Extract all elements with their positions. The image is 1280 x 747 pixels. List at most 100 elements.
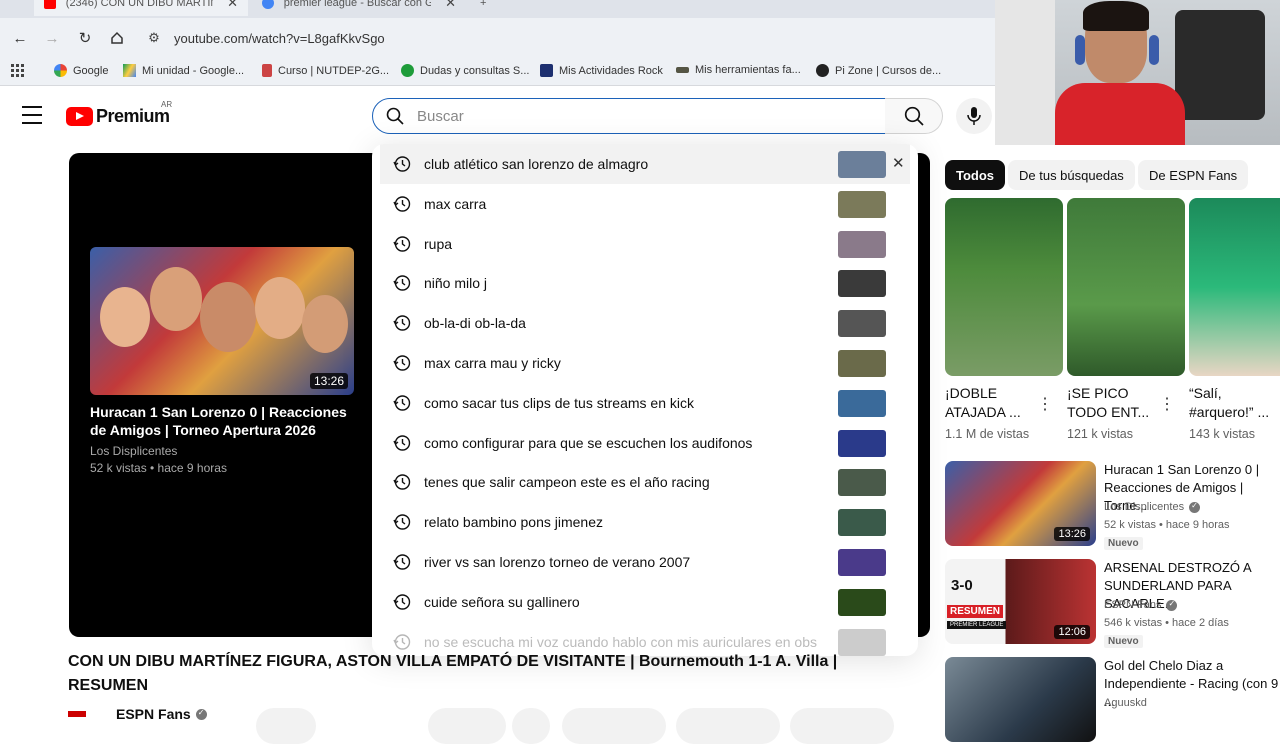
- short-thumbnail[interactable]: [1067, 198, 1185, 376]
- chip-from-searches[interactable]: De tus búsquedas: [1008, 160, 1135, 190]
- recommended-meta: 546 k vistas • hace 2 días: [1104, 617, 1229, 629]
- search-suggestion[interactable]: club atlético san lorenzo de almagro ✕: [380, 144, 910, 184]
- bookmark-label: Dudas y consultas S...: [420, 64, 530, 77]
- bookmark-actividades[interactable]: Mis Actividades Rock: [540, 64, 663, 77]
- verified-icon: [195, 708, 207, 720]
- menu-icon[interactable]: [22, 106, 42, 124]
- search-suggestion[interactable]: niño milo j: [380, 263, 910, 303]
- more-options-icon[interactable]: ⋮: [1037, 394, 1053, 414]
- close-tab-icon[interactable]: ✕: [445, 0, 456, 11]
- short-title[interactable]: ¡DOBLE ATAJADA ...: [945, 384, 1041, 422]
- endscreen-channel: Los Displicentes: [90, 444, 178, 458]
- search-suggestion[interactable]: rupa: [380, 224, 910, 264]
- search-icon: [904, 106, 924, 126]
- search-box[interactable]: [372, 98, 886, 134]
- dislike-button[interactable]: [512, 708, 550, 744]
- suggestion-text: relato bambino pons jimenez: [424, 514, 603, 531]
- video-duration: 13:26: [309, 373, 348, 389]
- home-button[interactable]: [105, 26, 129, 50]
- short-title[interactable]: “Salí, #arquero!” ...: [1189, 384, 1280, 422]
- browser-tab-active[interactable]: (2346) CON UN DIBU MARTÍNEZ ✕: [34, 0, 248, 16]
- endscreen-video-card[interactable]: 13:26 Huracan 1 San Lorenzo 0 | Reaccion…: [90, 247, 354, 477]
- bookmark-label: Pi Zone | Cursos de...: [835, 64, 942, 77]
- recommended-thumbnail[interactable]: 3-0 RESUMEN PREMIER LEAGUE 12:06: [945, 559, 1096, 644]
- recommended-video[interactable]: 3-0 RESUMEN PREMIER LEAGUE 12:06 ARSENAL…: [945, 559, 1280, 649]
- short-thumbnail[interactable]: [945, 198, 1063, 376]
- suggestion-text: tenes que salir campeon este es el año r…: [424, 474, 710, 491]
- endscreen-thumbnail[interactable]: 13:26: [90, 247, 354, 395]
- youtube-premium-logo[interactable]: Premium AR: [66, 100, 172, 127]
- bookmark-curso[interactable]: Curso | NUTDEP-2G...: [262, 64, 389, 77]
- more-options-icon[interactable]: ⋮: [1159, 394, 1175, 414]
- suggestion-text: max carra: [424, 195, 487, 212]
- search-suggestion[interactable]: relato bambino pons jimenez: [380, 502, 910, 542]
- bookmark-pizone[interactable]: Pi Zone | Cursos de...: [816, 64, 941, 77]
- recommended-thumbnail[interactable]: 13:26: [945, 461, 1096, 546]
- save-button[interactable]: [676, 708, 780, 744]
- suggestion-thumbnail: [838, 588, 886, 616]
- new-tab-button[interactable]: +: [470, 0, 492, 16]
- country-code: AR: [161, 100, 173, 109]
- bookmark-dudas[interactable]: Dudas y consultas S...: [401, 64, 529, 77]
- share-button[interactable]: [562, 708, 666, 744]
- chip-from-channel[interactable]: De ESPN Fans: [1138, 160, 1249, 190]
- suggestion-text: river vs san lorenzo torneo de verano 20…: [424, 554, 691, 570]
- short-card[interactable]: ¡DOBLE ATAJADA ... 1.1 M de vistas ⋮: [945, 198, 1063, 441]
- like-button[interactable]: [428, 708, 506, 744]
- suggestion-text: rupa: [424, 235, 453, 252]
- history-icon: [380, 473, 424, 491]
- search-suggestion[interactable]: como configurar para que se escuchen los…: [380, 423, 910, 463]
- logo-text: Premium: [96, 106, 170, 126]
- address-bar[interactable]: ⚙ youtube.com/watch?v=L8gafKkvSgo: [140, 22, 990, 54]
- search-suggestion[interactable]: tenes que salir campeon este es el año r…: [380, 462, 910, 502]
- search-suggestion[interactable]: como sacar tus clips de tus streams en k…: [380, 383, 910, 423]
- subscribe-button[interactable]: [256, 708, 316, 744]
- bookmark-label: Curso | NUTDEP-2G...: [278, 64, 390, 77]
- history-icon: [380, 314, 424, 332]
- search-suggestion[interactable]: cuide señora su gallinero: [380, 582, 910, 622]
- url-text: youtube.com/watch?v=L8gafKkvSgo: [174, 30, 385, 46]
- search-button[interactable]: [885, 98, 943, 134]
- endscreen-title[interactable]: Huracan 1 San Lorenzo 0 | Reacciones de …: [90, 403, 354, 439]
- bookmark-google[interactable]: Google: [54, 64, 108, 77]
- forward-button[interactable]: →: [40, 26, 64, 50]
- back-button[interactable]: ←: [8, 26, 32, 50]
- suggestion-text: como configurar para que se escuchen los…: [424, 434, 753, 451]
- thumbnail-subtext: PREMIER LEAGUE: [947, 621, 1007, 629]
- search-suggestion[interactable]: max carra mau y ricky: [380, 343, 910, 383]
- recommended-thumbnail[interactable]: [945, 657, 1096, 742]
- arrow-left-icon: ←: [12, 29, 28, 47]
- suggestion-text: como sacar tus clips de tus streams en k…: [424, 394, 694, 411]
- video-title: CON UN DIBU MARTÍNEZ FIGURA, ASTON VILLA…: [68, 653, 838, 694]
- short-card[interactable]: ¡SE PICO TODO ENT... 121 k vistas ⋮: [1067, 198, 1185, 441]
- reload-button[interactable]: ↻: [73, 26, 97, 50]
- voice-search-button[interactable]: [956, 98, 992, 134]
- bookmark-drive[interactable]: Mi unidad - Google...: [123, 64, 244, 77]
- browser-tab[interactable]: premier league - Buscar con Go ✕: [252, 0, 466, 16]
- recommended-video[interactable]: 13:26 Huracan 1 San Lorenzo 0 | Reaccion…: [945, 461, 1280, 551]
- browser-tab-strip: (2346) CON UN DIBU MARTÍNEZ ✕ premier le…: [0, 0, 995, 18]
- suggestion-thumbnail: [838, 310, 886, 338]
- remove-suggestion-icon[interactable]: ✕: [892, 154, 905, 172]
- search-suggestion[interactable]: max carra: [380, 184, 910, 224]
- suggestion-text: ob-la-di ob-la-da: [424, 315, 526, 332]
- bookmark-herramientas[interactable]: Mis herramientas fa...: [676, 64, 801, 76]
- search-suggestion[interactable]: river vs san lorenzo torneo de verano 20…: [380, 542, 910, 582]
- suggestion-thumbnail: [838, 389, 886, 417]
- apps-grid-icon: [11, 64, 24, 77]
- chip-all[interactable]: Todos: [945, 160, 1006, 190]
- short-thumbnail[interactable]: [1189, 198, 1280, 376]
- short-title[interactable]: ¡SE PICO TODO ENT...: [1067, 384, 1163, 422]
- history-icon: [380, 633, 424, 651]
- close-tab-icon[interactable]: ✕: [227, 0, 238, 11]
- history-icon: [380, 354, 424, 372]
- search-input[interactable]: [417, 107, 857, 125]
- clip-button[interactable]: [790, 708, 894, 744]
- recommended-video[interactable]: Gol del Chelo Diaz a Independiente - Rac…: [945, 657, 1280, 747]
- search-suggestion[interactable]: ob-la-di ob-la-da: [380, 303, 910, 343]
- channel-avatar[interactable]: [68, 711, 86, 717]
- suggestion-thumbnail: [838, 270, 886, 298]
- apps-button[interactable]: [11, 64, 24, 77]
- short-card[interactable]: “Salí, #arquero!” ... 143 k vistas: [1189, 198, 1280, 441]
- site-info-icon[interactable]: ⚙: [140, 30, 168, 46]
